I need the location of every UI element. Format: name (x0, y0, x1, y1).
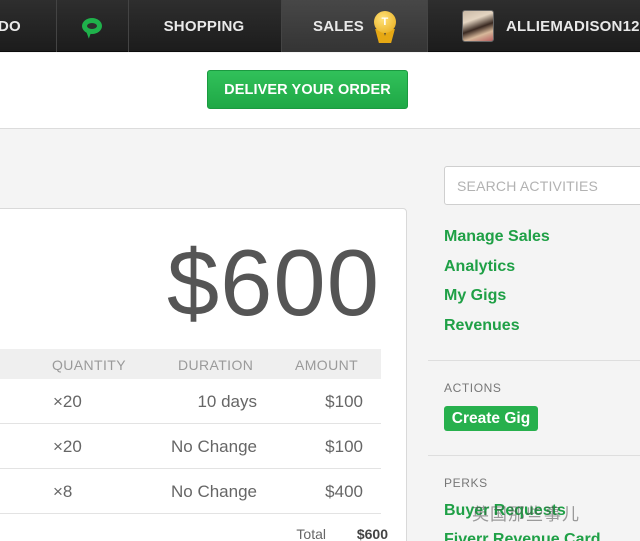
nav-item-sales-label: SALES (312, 17, 364, 35)
nav-item-user-menu[interactable]: ALLIEMADISON12 (428, 0, 640, 52)
nav-item-shopping-label: SHOPPING (163, 17, 245, 35)
order-summary-card: $600 QUANTITY DURATION AMOUNT ×20 10 day… (0, 208, 407, 541)
duration-cell: 10 days (197, 392, 257, 411)
nav-item-todo[interactable]: DO (0, 0, 54, 52)
username: ALLIEMADISON12 (506, 17, 640, 35)
nav-item-messages[interactable] (56, 0, 128, 52)
amount-cell: $100 (325, 392, 363, 411)
actions-heading: ACTIONS (444, 381, 502, 395)
total-label: Total (296, 526, 326, 541)
sidebar-divider (428, 455, 640, 456)
top-nav: DO SHOPPING SALES T ALLIEMADISON12 (0, 0, 640, 52)
column-header-amount: AMOUNT (295, 357, 359, 373)
amount-cell: $100 (325, 437, 363, 456)
table-row: ×20 10 days $100 (0, 379, 381, 424)
table-row: ×20 No Change $100 (0, 424, 381, 469)
sidebar-divider (428, 360, 640, 361)
quantity-cell: ×20 (53, 392, 82, 411)
medal-badge-letter: T (374, 11, 396, 33)
search-activities-input[interactable]: SEARCH ACTIVITIES (444, 166, 640, 205)
chat-bubble-icon (82, 18, 102, 34)
order-price: $600 (166, 230, 380, 335)
quantity-cell: ×20 (53, 437, 82, 456)
sidebar-link-my-gigs[interactable]: My Gigs (444, 287, 506, 305)
watermark-text: 英国那些事儿 (472, 505, 580, 524)
total-value: $600 (356, 526, 388, 541)
sidebar-link-revenue-card[interactable]: Fiverr Revenue Card (444, 531, 601, 541)
deliver-bar: DELIVER YOUR ORDER (0, 53, 640, 129)
table-header: QUANTITY DURATION AMOUNT (0, 349, 381, 379)
sidebar-link-manage-sales[interactable]: Manage Sales (444, 228, 550, 246)
quantity-cell: ×8 (53, 482, 73, 501)
column-header-quantity: QUANTITY (52, 357, 126, 373)
perks-heading: PERKS (444, 476, 488, 490)
create-gig-button[interactable]: Create Gig (444, 406, 538, 431)
medal-icon: T (374, 11, 396, 45)
nav-item-todo-label: DO (0, 17, 21, 35)
duration-cell: No Change (170, 482, 257, 501)
nav-item-shopping[interactable]: SHOPPING (128, 0, 280, 52)
sidebar-link-analytics[interactable]: Analytics (444, 258, 515, 276)
deliver-order-button[interactable]: DELIVER YOUR ORDER (207, 70, 408, 109)
duration-cell: No Change (170, 437, 257, 456)
amount-cell: $400 (325, 482, 363, 501)
table-row: ×8 No Change $400 (0, 469, 381, 514)
column-header-duration: DURATION (178, 357, 254, 373)
avatar (462, 10, 494, 42)
sidebar-link-revenues[interactable]: Revenues (444, 317, 520, 335)
nav-item-sales[interactable]: SALES T (282, 0, 427, 52)
